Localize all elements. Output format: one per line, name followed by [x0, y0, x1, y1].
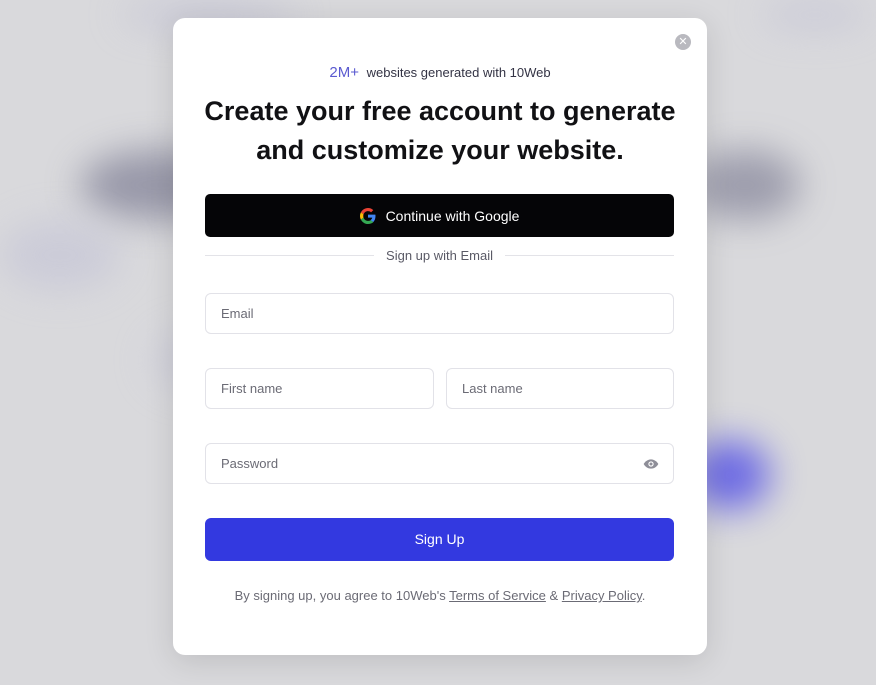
close-icon: ✕: [678, 36, 688, 48]
divider-label: Sign up with Email: [386, 247, 493, 263]
close-button[interactable]: ✕: [675, 34, 691, 50]
headline-line-2: and customize your website.: [256, 135, 624, 165]
google-button-label: Continue with Google: [385, 207, 520, 224]
privacy-policy-link[interactable]: Privacy Policy: [562, 588, 642, 603]
first-name-field-wrapper: [205, 368, 434, 409]
password-field-wrapper: [205, 443, 674, 484]
divider-line: [205, 254, 375, 256]
stat-text: websites generated with 10Web: [366, 65, 551, 80]
legal-suffix: .: [641, 588, 646, 603]
terms-of-service-link[interactable]: Terms of Service: [449, 588, 546, 603]
eye-icon[interactable]: [643, 457, 659, 471]
stat-line: 2M+ websites generated with 10Web: [173, 64, 707, 81]
sign-up-button[interactable]: Sign Up: [205, 518, 674, 561]
background-shape: [760, 0, 870, 30]
last-name-field[interactable]: [447, 369, 673, 408]
email-field[interactable]: [206, 294, 673, 333]
background-shape: [0, 220, 120, 290]
password-field[interactable]: [206, 444, 673, 483]
page-title: Create your free account to generate and…: [173, 92, 707, 170]
last-name-field-wrapper: [446, 368, 674, 409]
legal-notice: By signing up, you agree to 10Web's Term…: [173, 588, 707, 603]
divider-line: [504, 254, 675, 256]
first-name-field[interactable]: [206, 369, 433, 408]
legal-and: &: [549, 588, 559, 603]
stat-number: 2M+: [329, 64, 359, 81]
google-icon: [359, 207, 376, 224]
signup-modal: ✕ 2M+ websites generated with 10Web Crea…: [173, 18, 707, 655]
legal-prefix: By signing up, you agree to 10Web's: [234, 588, 446, 603]
email-field-wrapper: [205, 293, 674, 334]
headline-line-1: Create your free account to generate: [204, 96, 676, 126]
email-divider: Sign up with Email: [205, 246, 675, 264]
continue-with-google-button[interactable]: Continue with Google: [205, 194, 674, 237]
